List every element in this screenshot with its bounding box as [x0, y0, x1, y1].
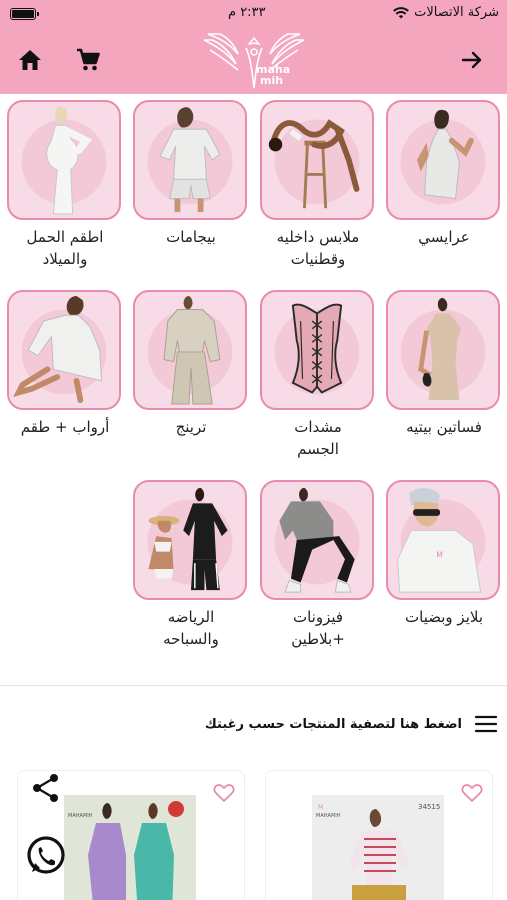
logo-text-line2: mih	[260, 74, 284, 87]
category-tile-lingerie[interactable]: ملابس داخليه وقطنيات	[260, 100, 376, 270]
category-label-line1: بلايز وبضيات	[405, 608, 483, 626]
logo-wordmark: maha mih	[256, 64, 290, 86]
category-label: مشدات الجسم	[260, 416, 376, 460]
product-brand-text: MAHAMIH	[68, 813, 93, 819]
category-label-line2: وقطنيات	[290, 250, 346, 268]
category-label-line1: عرايسي	[418, 228, 470, 246]
woman-blouse-icon: M	[397, 488, 486, 593]
category-label: اطقم الحمل والميلاد	[7, 226, 123, 270]
category-tile-pajamas[interactable]: بيجامات	[133, 100, 249, 248]
category-label: ترينج	[133, 416, 249, 438]
category-label-line1: ملابس داخليه	[276, 228, 360, 246]
category-label-line1: أرواب + طقم	[20, 418, 110, 436]
pregnant-woman-icon	[21, 105, 107, 215]
home-icon	[19, 50, 41, 70]
brand-logo: maha mih	[200, 30, 308, 92]
category-image	[7, 100, 121, 220]
app-header: maha mih	[0, 28, 507, 94]
category-label-line1: اطقم الحمل	[26, 228, 104, 246]
woman-long-dress-icon	[400, 297, 486, 401]
corset-icon	[274, 303, 360, 395]
whatsapp-icon[interactable]	[24, 834, 68, 878]
category-label-line2: الجسم	[297, 440, 339, 458]
category-label: عرايسي	[386, 226, 502, 248]
status-time: ٢:٣٣ م	[228, 5, 266, 20]
category-image	[133, 480, 247, 600]
woman-satin-dress-icon	[400, 109, 486, 205]
category-label: ملابس داخليه وقطنيات	[260, 226, 376, 270]
svg-text:M: M	[318, 804, 323, 811]
category-image	[133, 290, 247, 410]
product-brand-text: MAHAMIH	[316, 813, 341, 819]
section-divider	[0, 685, 507, 686]
product-code-text: 34515	[418, 803, 440, 811]
category-tile-shapewear[interactable]: مشدات الجسم	[260, 290, 376, 460]
category-label: أرواب + طقم	[7, 416, 123, 438]
woman-on-stool-icon	[268, 119, 360, 209]
wings-logo-icon	[203, 33, 305, 89]
category-grid: عرايسي ملابس داخليه وقطنيات بيجامات اطقم…	[0, 100, 507, 660]
carrier-info: شركة الاتصالات	[392, 5, 499, 20]
category-tile-robes[interactable]: أرواب + طقم	[7, 290, 123, 438]
favorite-heart-icon[interactable]	[212, 781, 236, 805]
category-image	[386, 100, 500, 220]
product-photo-woman-icon: M MAHAMIH 34515	[316, 803, 440, 900]
category-image	[7, 290, 121, 410]
category-tile-tracksuits[interactable]: ترينج	[133, 290, 249, 438]
back-arrow-icon	[461, 51, 482, 69]
woman-tracksuit-icon	[147, 295, 233, 405]
category-label: بلايز وبضيات	[386, 606, 502, 628]
category-label-line1: بيجامات	[166, 228, 216, 246]
status-bar: شركة الاتصالات ٢:٣٣ م	[0, 0, 507, 28]
category-tile-leggings[interactable]: فيزونات +بلاطين	[260, 480, 376, 650]
category-tile-blouses[interactable]: M بلايز وبضيات	[386, 480, 502, 628]
category-image	[133, 100, 247, 220]
category-image	[260, 480, 374, 600]
wifi-icon	[393, 6, 410, 18]
product-image: M MAHAMIH 34515	[312, 795, 444, 900]
woman-robe-icon	[13, 295, 107, 404]
svg-text:M: M	[436, 550, 443, 559]
category-tile-bridal[interactable]: عرايسي	[386, 100, 502, 248]
category-label-line2: والسباحه	[163, 630, 219, 648]
product-card[interactable]: M MAHAMIH 34515	[265, 770, 493, 900]
woman-pajamas-icon	[147, 107, 233, 213]
filter-products-button[interactable]: اضغط هنا لتصفية المنتجات حسب رغبتك	[180, 708, 498, 740]
cart-icon	[77, 48, 100, 71]
share-icon[interactable]	[30, 772, 62, 804]
category-image	[386, 290, 500, 410]
category-tile-home-dresses[interactable]: فساتين بيتيه	[386, 290, 502, 438]
home-button[interactable]	[12, 42, 48, 78]
women-sportswear-icon	[147, 487, 233, 591]
category-label: فساتين بيتيه	[386, 416, 502, 438]
category-label: الرياضه والسباحه	[133, 606, 249, 650]
category-image	[260, 290, 374, 410]
category-label-line1: فيزونات	[292, 608, 344, 626]
filter-label: اضغط هنا لتصفية المنتجات حسب رغبتك	[204, 716, 462, 732]
category-label-line1: فساتين بيتيه	[406, 418, 482, 436]
menu-lines-icon	[474, 715, 498, 733]
category-image: M	[386, 480, 500, 600]
category-label: بيجامات	[133, 226, 249, 248]
category-label: فيزونات +بلاطين	[260, 606, 376, 650]
carrier-name: شركة الاتصالات	[414, 5, 499, 20]
product-photo-two-women-icon: MAHAMIH	[64, 795, 196, 900]
category-tile-maternity[interactable]: اطقم الحمل والميلاد	[7, 100, 123, 270]
category-tile-sports-swim[interactable]: الرياضه والسباحه	[133, 480, 249, 650]
product-image: MAHAMIH	[64, 795, 196, 900]
category-label-line1: مشدات	[294, 418, 342, 436]
category-label-line1: ترينج	[175, 418, 207, 436]
woman-hoodie-leggings-icon	[274, 487, 360, 593]
category-label-line2: +بلاطين	[291, 630, 345, 648]
category-label-line1: الرياضه	[167, 608, 215, 626]
back-button[interactable]	[454, 42, 490, 78]
category-image	[260, 100, 374, 220]
category-label-line2: والميلاد	[42, 250, 88, 268]
favorite-heart-icon[interactable]	[460, 781, 484, 805]
cart-button[interactable]	[70, 42, 106, 78]
battery-icon	[10, 8, 39, 20]
